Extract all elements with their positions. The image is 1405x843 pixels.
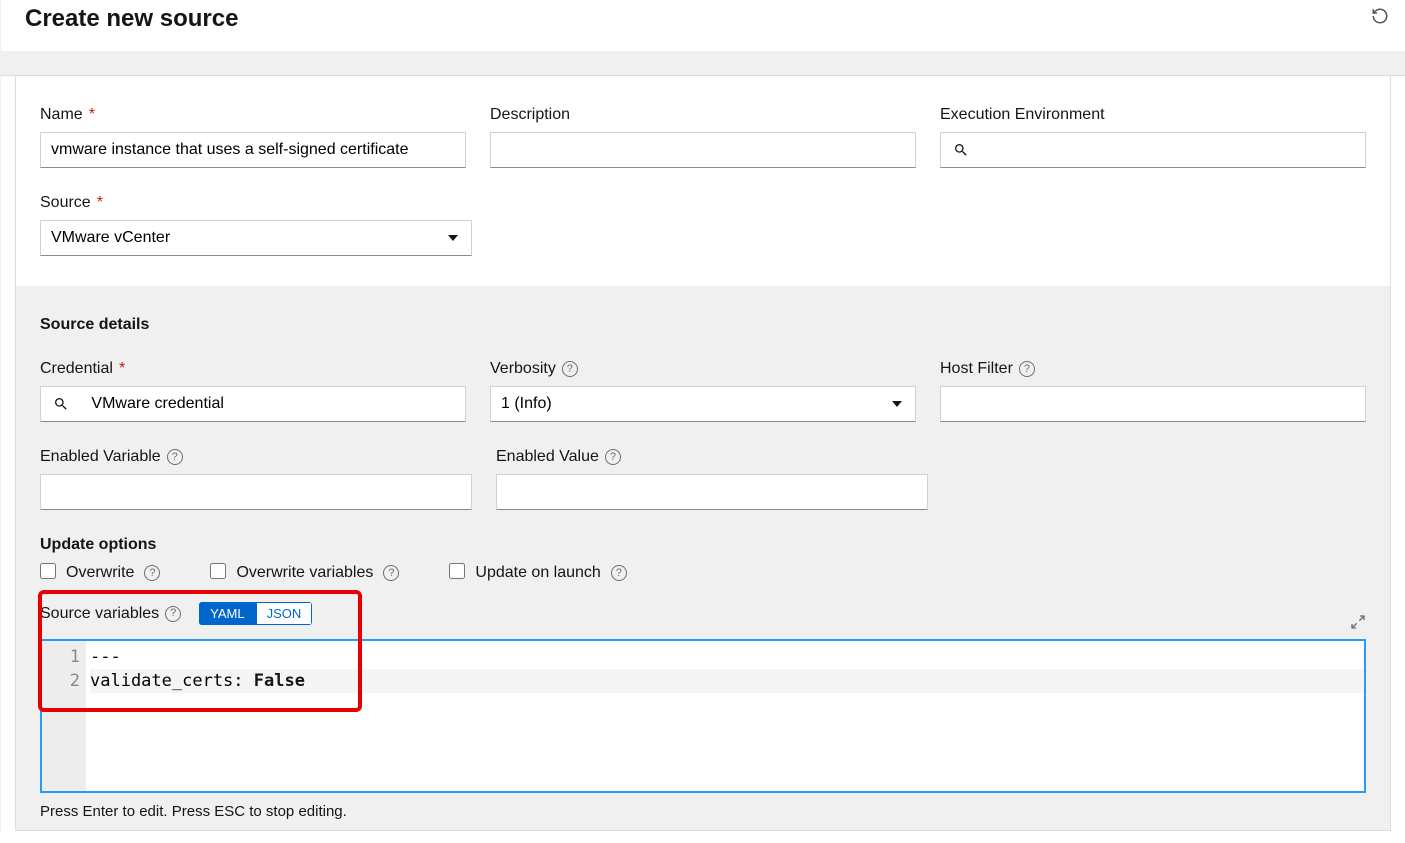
gray-strip xyxy=(1,51,1405,76)
expand-icon[interactable] xyxy=(1350,614,1366,630)
help-icon[interactable]: ? xyxy=(165,606,181,622)
overwrite-variables-checkbox[interactable] xyxy=(210,563,226,579)
description-input[interactable] xyxy=(490,132,916,168)
overwrite-variables-option[interactable]: Overwrite variables ? xyxy=(210,564,399,582)
verbosity-label: Verbosity ? xyxy=(490,360,916,378)
name-label-text: Name xyxy=(40,106,83,124)
yaml-toggle[interactable]: YAML xyxy=(199,602,255,625)
update-on-launch-checkbox[interactable] xyxy=(449,563,465,579)
source-select-value[interactable] xyxy=(40,220,472,256)
verbosity-label-text: Verbosity xyxy=(490,360,556,378)
basic-section: Name * Description Execution Environment xyxy=(16,76,1390,286)
source-select[interactable] xyxy=(40,220,472,256)
update-on-launch-option[interactable]: Update on launch ? xyxy=(449,564,626,582)
form-panel: Name * Description Execution Environment xyxy=(15,76,1391,831)
code-line: validate_certs: False xyxy=(90,669,1364,693)
credential-label-text: Credential xyxy=(40,360,113,378)
json-toggle[interactable]: JSON xyxy=(256,602,313,625)
search-icon[interactable] xyxy=(940,132,981,168)
host-filter-label-text: Host Filter xyxy=(940,360,1013,378)
enabled-value-field: Enabled Value ? xyxy=(496,448,928,510)
description-field: Description xyxy=(490,106,916,168)
verbosity-select[interactable] xyxy=(490,386,916,422)
credential-input[interactable] xyxy=(81,386,466,422)
source-field: Source * xyxy=(40,194,472,256)
verbosity-select-value[interactable] xyxy=(490,386,916,422)
enabled-value-label: Enabled Value ? xyxy=(496,448,928,466)
enabled-variable-label-text: Enabled Variable xyxy=(40,448,161,466)
help-icon[interactable]: ? xyxy=(167,449,183,465)
overwrite-variables-label: Overwrite variables xyxy=(236,564,373,582)
source-variables-header: Source variables ? YAML JSON xyxy=(40,602,1366,625)
enabled-variable-input[interactable] xyxy=(40,474,472,510)
host-filter-label: Host Filter ? xyxy=(940,360,1366,378)
execution-environment-label: Execution Environment xyxy=(940,106,1366,124)
update-options-label: Update options xyxy=(40,536,1366,554)
verbosity-field: Verbosity ? xyxy=(490,360,916,422)
description-label: Description xyxy=(490,106,916,124)
enabled-variable-label: Enabled Variable ? xyxy=(40,448,472,466)
overwrite-label: Overwrite xyxy=(66,564,134,582)
required-asterisk: * xyxy=(119,360,125,378)
help-icon[interactable]: ? xyxy=(611,565,627,581)
enabled-variable-field: Enabled Variable ? xyxy=(40,448,472,510)
editor-hint: Press Enter to edit. Press ESC to stop e… xyxy=(40,803,1366,820)
name-input[interactable] xyxy=(40,132,466,168)
help-icon[interactable]: ? xyxy=(605,449,621,465)
source-variables-editor[interactable]: 1 2 --- validate_certs: False xyxy=(40,639,1366,793)
page-header: Create new source xyxy=(1,0,1405,51)
code-line: --- xyxy=(90,645,1364,669)
page-title: Create new source xyxy=(25,5,238,33)
help-icon[interactable]: ? xyxy=(1019,361,1035,377)
host-filter-input[interactable] xyxy=(940,386,1366,422)
help-icon[interactable]: ? xyxy=(562,361,578,377)
code-body[interactable]: --- validate_certs: False xyxy=(86,641,1364,791)
execution-environment-input[interactable] xyxy=(981,132,1366,168)
help-icon[interactable]: ? xyxy=(144,565,160,581)
help-icon[interactable]: ? xyxy=(383,565,399,581)
line-gutter: 1 2 xyxy=(42,641,86,791)
source-details-section: Source details Credential * xyxy=(16,286,1390,830)
required-asterisk: * xyxy=(97,194,103,212)
credential-field: Credential * xyxy=(40,360,466,422)
name-label: Name * xyxy=(40,106,466,124)
required-asterisk: * xyxy=(89,106,95,124)
enabled-value-input[interactable] xyxy=(496,474,928,510)
overwrite-option[interactable]: Overwrite ? xyxy=(40,564,160,582)
enabled-value-label-text: Enabled Value xyxy=(496,448,599,466)
name-field: Name * xyxy=(40,106,466,168)
source-variables-label: Source variables ? xyxy=(40,605,181,623)
overwrite-checkbox[interactable] xyxy=(40,563,56,579)
history-back-icon[interactable] xyxy=(1371,7,1389,25)
search-icon[interactable] xyxy=(40,386,81,422)
credential-label: Credential * xyxy=(40,360,466,378)
host-filter-field: Host Filter ? xyxy=(940,360,1366,422)
source-label: Source * xyxy=(40,194,472,212)
source-variables-label-text: Source variables xyxy=(40,605,159,623)
execution-environment-field: Execution Environment xyxy=(940,106,1366,168)
update-on-launch-label: Update on launch xyxy=(475,564,600,582)
source-label-text: Source xyxy=(40,194,91,212)
yaml-json-toggle: YAML JSON xyxy=(199,602,312,625)
update-options-row: Overwrite ? Overwrite variables ? Update… xyxy=(40,564,1366,582)
source-details-title: Source details xyxy=(40,316,1366,334)
